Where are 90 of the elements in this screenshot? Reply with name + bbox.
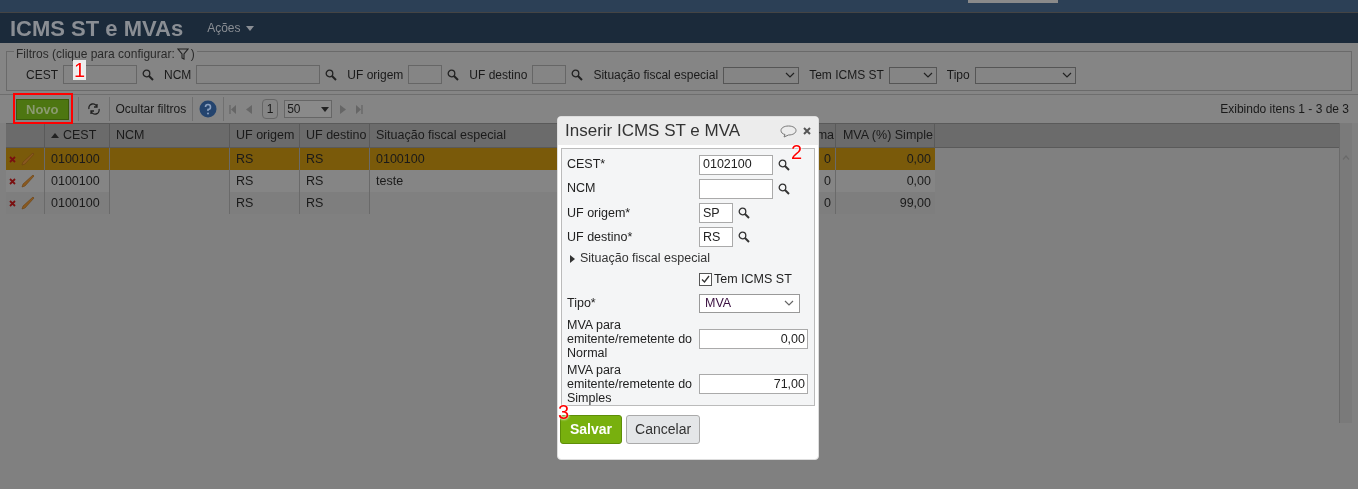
field-label: MVA para emitente/remetente do Normal: [567, 318, 694, 361]
type-select[interactable]: MVA: [699, 294, 800, 313]
hide-filters-button[interactable]: Ocultar filtros: [109, 100, 193, 118]
table-cell: 0,00: [836, 148, 935, 170]
column-header[interactable]: UF origem: [236, 126, 295, 145]
field-label: CEST*: [567, 156, 607, 174]
chevron-down-icon: [785, 72, 796, 78]
table-cell: 0: [819, 148, 836, 170]
delete-icon[interactable]: [9, 177, 16, 185]
search-icon[interactable]: [738, 206, 750, 219]
filter-select[interactable]: [974, 66, 1076, 84]
page-title: ICMS ST e MVAs: [10, 14, 184, 43]
table-cell: 0,00: [836, 170, 935, 192]
chevron-down-icon: [1061, 72, 1072, 78]
item-count: Exibindo itens 1 - 3 de 3: [1220, 101, 1349, 118]
field-label: UF origem*: [567, 204, 632, 222]
checkbox-label: Tem ICMS ST: [714, 270, 792, 288]
table-cell: 0100100: [370, 148, 560, 170]
previous-page-icon[interactable]: [246, 104, 253, 114]
search-icon[interactable]: [778, 158, 790, 171]
table-cell: RS: [230, 170, 300, 192]
number-field[interactable]: 0,00: [699, 329, 808, 350]
column-header[interactable]: MVA (%) Simple: [842, 126, 933, 145]
filter-legend: Filtros (clique para configurar:: [16, 45, 175, 63]
search-icon[interactable]: [738, 231, 750, 244]
text-field[interactable]: 0102100: [699, 154, 773, 175]
row-actions-cell[interactable]: [6, 170, 45, 192]
table-cell: teste: [370, 170, 560, 192]
table-cell: RS: [300, 148, 370, 170]
annotation-number: 1: [73, 60, 87, 80]
filter-label: Situação fiscal especial: [593, 67, 719, 84]
table-cell: 0100100: [45, 170, 110, 192]
table-cell: 0: [819, 170, 836, 192]
text-field[interactable]: RS: [699, 227, 733, 248]
refresh-icon[interactable]: [86, 103, 101, 115]
field-label: MVA para emitente/remetente do Simples: [567, 363, 694, 406]
annotation-number: 2: [791, 142, 803, 162]
table-cell: RS: [300, 170, 370, 192]
number-field[interactable]: 71,00: [699, 374, 808, 395]
cancel-button[interactable]: Cancelar: [626, 415, 701, 444]
field-label: Tipo*: [567, 295, 597, 313]
annotation-frame: [13, 93, 73, 124]
column-header[interactable]: CEST: [63, 126, 97, 145]
chevron-down-icon: [922, 72, 933, 78]
next-page-icon[interactable]: [340, 104, 347, 114]
column-header[interactable]: Situação fiscal especial: [376, 126, 506, 145]
caret-right-icon: [570, 254, 575, 263]
dialog-title: Inserir ICMS ST e MVA: [565, 120, 741, 143]
filter-label: Tem ICMS ST: [809, 67, 884, 84]
filter-legend-end: ): [190, 46, 195, 63]
caret-down-icon: [245, 25, 254, 31]
pencil-icon[interactable]: [21, 174, 35, 188]
caret-down-icon: [321, 106, 330, 112]
table-cell: RS: [230, 148, 300, 170]
checkbox[interactable]: [699, 272, 712, 286]
chevron-down-icon: [784, 300, 794, 307]
column-header[interactable]: NCM: [116, 126, 145, 145]
filter-field[interactable]: [532, 65, 567, 84]
table-cell: 0100100: [45, 148, 110, 170]
text-field[interactable]: [699, 178, 773, 199]
section-toggle[interactable]: Situação fiscal especial: [567, 250, 809, 267]
pencil-icon[interactable]: [21, 196, 35, 210]
close-icon[interactable]: [803, 127, 811, 135]
filter-field[interactable]: [196, 65, 321, 84]
filter-label: Tipo: [946, 67, 970, 84]
filter-select[interactable]: [888, 66, 937, 84]
filter-label: UF destino: [469, 66, 528, 84]
comment-icon[interactable]: [780, 124, 797, 138]
field-label: UF destino*: [567, 228, 634, 246]
actions-menu[interactable]: Ações: [207, 19, 254, 37]
filter-field[interactable]: [408, 65, 443, 84]
first-page-icon[interactable]: [229, 104, 238, 114]
page-number[interactable]: 1: [262, 99, 279, 119]
last-page-icon[interactable]: [355, 104, 364, 114]
text-field[interactable]: SP: [699, 202, 733, 223]
delete-icon[interactable]: [9, 155, 16, 163]
filter-field[interactable]: [63, 65, 137, 84]
filter-select[interactable]: [723, 66, 800, 84]
page-size-select[interactable]: 50: [284, 100, 333, 118]
filter-label: CEST: [26, 66, 58, 84]
column-header[interactable]: UF destino: [306, 126, 367, 145]
search-icon[interactable]: [778, 182, 790, 195]
delete-icon[interactable]: [9, 199, 16, 207]
filter-icon[interactable]: [176, 48, 189, 60]
filter-label: UF origem: [347, 66, 404, 84]
help-icon[interactable]: [199, 100, 218, 118]
filter-label: NCM: [164, 66, 192, 84]
scrollbar[interactable]: [1339, 123, 1352, 423]
row-actions-cell[interactable]: [6, 148, 45, 170]
field-label: NCM: [567, 180, 597, 198]
